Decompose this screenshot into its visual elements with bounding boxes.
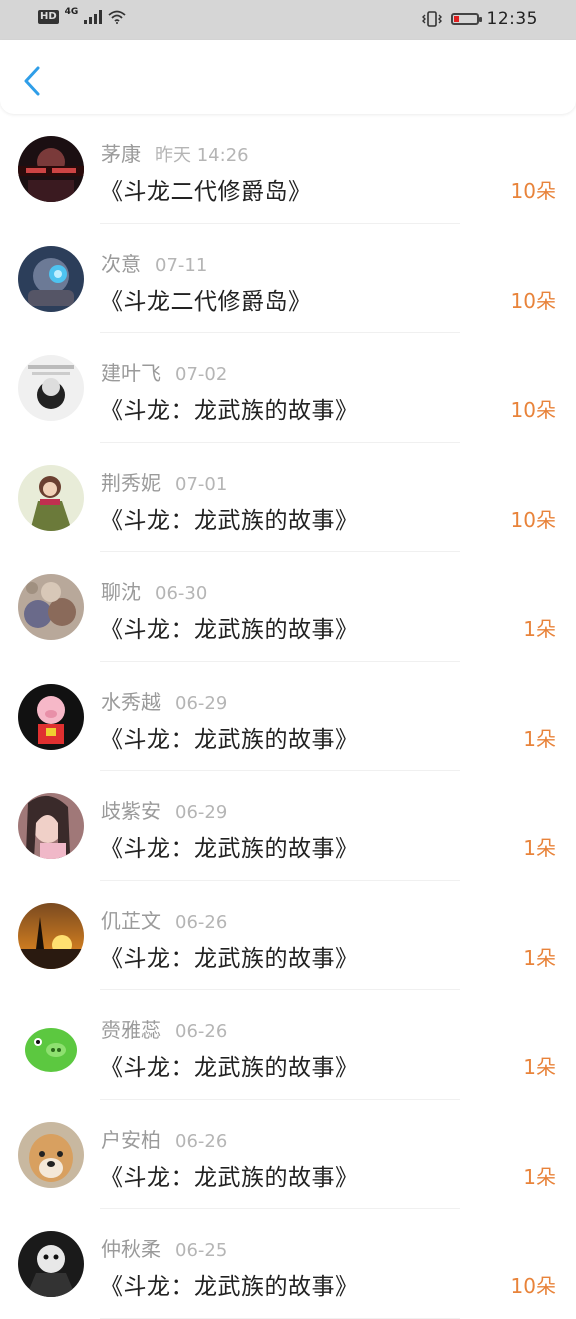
list-item[interactable]: 荆秀妮 07-01 《斗龙：龙武族的故事》 10朵: [0, 443, 576, 552]
book-title: 《斗龙二代修爵岛》: [100, 179, 312, 205]
gift-amount: 1朵: [523, 617, 556, 641]
sender-name: 茅康 昨天 14:26: [101, 142, 249, 166]
list-item[interactable]: 茅康 昨天 14:26 《斗龙二代修爵岛》 10朵: [0, 114, 576, 224]
book-title: 《斗龙：龙武族的故事》: [100, 726, 359, 753]
status-right: 12:35: [421, 9, 539, 29]
list-item[interactable]: 歧紫安 06-29 《斗龙：龙武族的故事》 1朵: [0, 771, 576, 881]
book-title: 《斗龙：龙武族的故事》: [100, 617, 359, 643]
gift-amount: 1朵: [523, 1055, 556, 1079]
sender-name: 赍雅蕊 06-26: [101, 1018, 228, 1042]
record-date: 07-02: [175, 364, 228, 385]
list-item[interactable]: 仲秋柔 06-25 《斗龙：龙武族的故事》 10朵: [0, 1209, 576, 1319]
avatar: [18, 1121, 84, 1188]
sender-name: 仲秋柔 06-25: [101, 1237, 228, 1261]
avatar: [18, 574, 84, 640]
book-title: 《斗龙：龙武族的故事》: [100, 1055, 359, 1081]
book-title: 《斗龙：龙武族的故事》: [100, 398, 359, 424]
book-title: 《斗龙：龙武族的故事》: [100, 1164, 359, 1191]
sender-name: 聊沈 06-30: [101, 580, 208, 604]
sender-name: 荆秀妮 07-01: [101, 470, 228, 495]
sender-name: 水秀越 06-29: [101, 689, 228, 714]
status-bar: HD 4G 12:35: [0, 0, 576, 40]
record-date: 06-29: [175, 692, 228, 714]
gift-amount: 1朵: [523, 1164, 556, 1189]
list-item[interactable]: 建叶飞 07-02 《斗龙：龙武族的故事》 10朵: [0, 333, 576, 443]
record-date: 06-25: [175, 1240, 228, 1261]
record-date: 06-26: [175, 911, 228, 933]
avatar: [18, 464, 84, 531]
record-date: 06-26: [175, 1130, 228, 1152]
record-date: 06-29: [175, 802, 228, 823]
avatar: [18, 245, 84, 312]
gift-record-list: 茅康 昨天 14:26 《斗龙二代修爵岛》 10朵 次意 07-11 《斗龙二代修爵…: [0, 114, 576, 1319]
status-left: HD 4G: [38, 7, 126, 24]
list-item[interactable]: 仉芷文 06-26 《斗龙：龙武族的故事》 1朵: [0, 881, 576, 990]
list-item[interactable]: 赍雅蕊 06-26 《斗龙：龙武族的故事》 1朵: [0, 990, 576, 1100]
wifi-icon: [108, 10, 126, 24]
sender-name: 歧紫安 06-29: [101, 799, 228, 823]
book-title: 《斗龙：龙武族的故事》: [100, 836, 359, 862]
avatar: [18, 902, 84, 969]
record-date: 06-26: [175, 1021, 228, 1042]
avatar: [18, 136, 84, 202]
sender-name: 建叶飞 07-02: [101, 361, 228, 385]
sender-name: 户安柏 06-26: [101, 1127, 228, 1152]
book-title: 《斗龙二代修爵岛》: [100, 288, 312, 315]
list-item[interactable]: 聊沈 06-30 《斗龙：龙武族的故事》 1朵: [0, 552, 576, 662]
divider: [100, 1317, 460, 1319]
gift-amount: 10朵: [510, 288, 556, 313]
hd-badge: HD: [38, 10, 59, 24]
sender-name: 仉芷文 06-26: [101, 908, 228, 933]
list-item[interactable]: 户安柏 06-26 《斗龙：龙武族的故事》 1朵: [0, 1100, 576, 1209]
list-item[interactable]: 次意 07-11 《斗龙二代修爵岛》 10朵: [0, 224, 576, 333]
avatar: [18, 355, 84, 421]
book-title: 《斗龙：龙武族的故事》: [100, 507, 359, 534]
gift-amount: 10朵: [510, 398, 556, 422]
book-title: 《斗龙：龙武族的故事》: [100, 945, 359, 972]
signal-icon: [84, 10, 103, 24]
gift-amount: 10朵: [510, 507, 556, 532]
avatar: [18, 1012, 84, 1078]
avatar: [18, 683, 84, 750]
gift-amount: 1朵: [523, 836, 556, 860]
sender-name: 次意 07-11: [101, 251, 208, 276]
vibrate-icon: [421, 11, 442, 27]
gift-amount: 1朵: [523, 726, 556, 751]
gift-amount: 10朵: [510, 1274, 556, 1298]
record-date: 07-01: [175, 473, 228, 495]
avatar: [18, 1231, 84, 1297]
book-title: 《斗龙：龙武族的故事》: [100, 1274, 359, 1300]
record-date: 07-11: [155, 254, 208, 276]
avatar: [18, 793, 84, 859]
app-bar: [0, 40, 576, 114]
record-date: 昨天 14:26: [155, 145, 249, 166]
back-button[interactable]: [20, 64, 44, 98]
clock: 12:35: [486, 9, 538, 29]
list-item[interactable]: 水秀越 06-29 《斗龙：龙武族的故事》 1朵: [0, 662, 576, 771]
record-date: 06-30: [155, 583, 208, 604]
battery-icon: [450, 13, 482, 25]
gift-amount: 1朵: [523, 945, 556, 970]
network-label: 4G: [64, 7, 79, 17]
gift-amount: 10朵: [510, 179, 556, 203]
